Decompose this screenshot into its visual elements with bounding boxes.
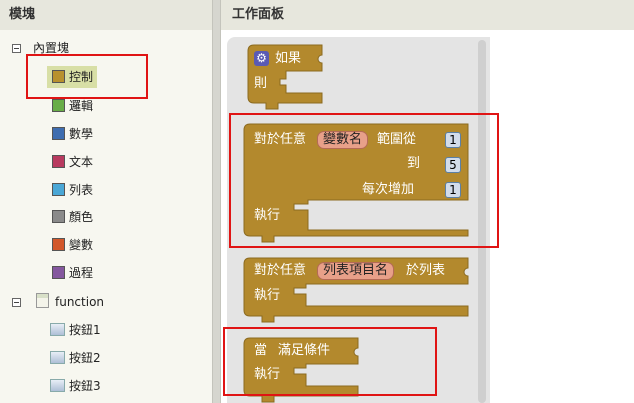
tree-item-label: 列表 (69, 183, 94, 197)
tree-item-label: 過程 (69, 266, 94, 280)
button-component-icon (50, 351, 65, 364)
procedures-color-swatch (52, 266, 65, 279)
control-color-swatch (52, 70, 65, 83)
math-color-swatch (52, 127, 65, 140)
tree-node-builtin[interactable]: 內置塊 (12, 37, 202, 59)
blocks-panel: 模塊 內置塊 控制 邏輯 數學 文本 列表 顏色 變數 過程 function (0, 0, 212, 403)
then-label: 則 (254, 76, 268, 91)
step-label: 每次增加 (362, 182, 415, 197)
while-title: 當 (254, 343, 268, 358)
list-item-name[interactable]: 列表項目名 (317, 262, 395, 280)
tree-item-colors[interactable]: 顏色 (47, 206, 107, 228)
condition-label: 滿足條件 (278, 343, 331, 358)
to-value[interactable]: 5 (445, 157, 461, 173)
tree-item-label: 變數 (69, 238, 94, 252)
panel-splitter[interactable] (212, 0, 221, 403)
tree-item-control[interactable]: 控制 (47, 66, 97, 88)
loop-variable-name[interactable]: 變數名 (317, 131, 369, 149)
tree-item-label: 文本 (69, 155, 94, 169)
for-range-block[interactable]: 對於任意 變數名 範圍從 1 到 5 每次增加 1 執行 (243, 123, 474, 243)
tree-item-lists[interactable]: 列表 (47, 179, 107, 201)
range-from-label: 範圍從 (377, 132, 417, 147)
tree-node-label: function (55, 295, 105, 309)
workspace-header: 工作面板 (221, 0, 634, 30)
button-component-icon (50, 379, 65, 392)
for-each-title: 對於任意 (254, 263, 307, 278)
colors-color-swatch (52, 210, 65, 223)
for-each-block[interactable]: 對於任意 列表項目名 於列表 執行 (243, 257, 470, 323)
lists-color-swatch (52, 183, 65, 196)
drawer-scrollbar[interactable] (478, 40, 486, 403)
tree-node-label: 內置塊 (33, 41, 70, 55)
if-label: 如果 (275, 51, 302, 66)
do-label: 執行 (254, 367, 281, 382)
step-value[interactable]: 1 (445, 182, 461, 198)
tree-item-button2[interactable]: 按鈕2 (50, 347, 120, 369)
if-block[interactable]: 如果 則 (247, 44, 338, 110)
tree-item-label: 按鈕1 (69, 323, 101, 337)
variables-color-swatch (52, 238, 65, 251)
do-label: 執行 (254, 288, 281, 303)
while-block[interactable]: 當 滿足條件 執行 (243, 337, 364, 403)
tree-item-procedures[interactable]: 過程 (47, 262, 107, 284)
tree-item-label: 控制 (69, 70, 94, 84)
from-value[interactable]: 1 (445, 132, 461, 148)
tree-item-label: 邏輯 (69, 99, 94, 113)
in-list-label: 於列表 (406, 263, 446, 278)
button-component-icon (50, 323, 65, 336)
logic-color-swatch (52, 99, 65, 112)
text-color-swatch (52, 155, 65, 168)
tree-item-button1[interactable]: 按鈕1 (50, 319, 120, 341)
to-label: 到 (407, 156, 421, 171)
tree-item-label: 數學 (69, 127, 94, 141)
tree-item-button3[interactable]: 按鈕3 (50, 375, 120, 397)
gear-icon[interactable] (254, 50, 269, 66)
tree-item-label: 按鈕2 (69, 351, 101, 365)
tree-item-label: 顏色 (69, 210, 94, 224)
folder-icon (36, 293, 49, 308)
tree-item-math[interactable]: 數學 (47, 123, 107, 145)
tree-node-function[interactable]: function (12, 291, 202, 313)
tree-item-variables[interactable]: 變數 (47, 234, 107, 256)
tree-item-logic[interactable]: 邏輯 (47, 95, 107, 117)
do-label: 執行 (254, 208, 281, 223)
tree-item-label: 按鈕3 (69, 379, 101, 393)
tree-item-text[interactable]: 文本 (47, 151, 107, 173)
collapse-icon[interactable] (12, 298, 21, 307)
blocks-panel-header: 模塊 (0, 0, 212, 30)
collapse-icon[interactable] (12, 44, 21, 53)
for-range-title: 對於任意 (254, 132, 307, 147)
